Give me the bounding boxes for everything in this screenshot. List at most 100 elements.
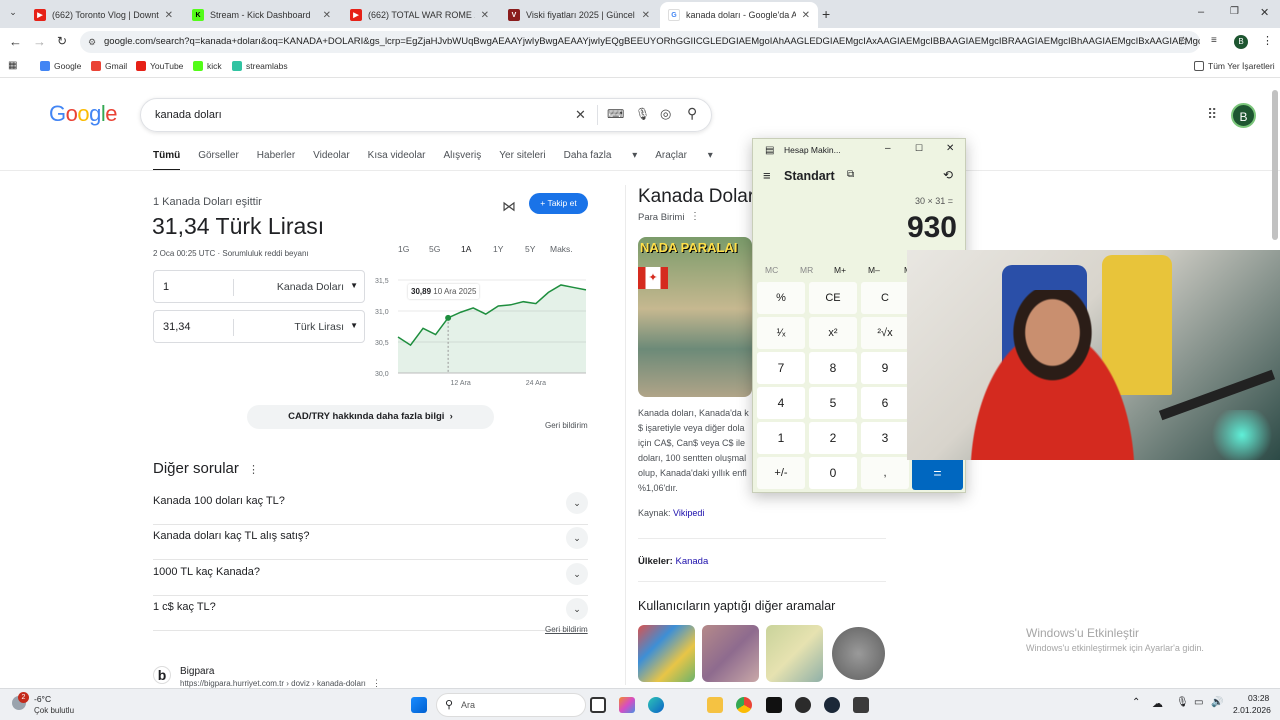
calc-key-4[interactable]: 4	[757, 387, 805, 419]
calc-key-5[interactable]: 5	[809, 387, 857, 419]
restore-window-icon[interactable]: ❐	[1230, 6, 1239, 17]
close-tab-icon[interactable]: ✕	[481, 10, 489, 21]
close-tab-icon[interactable]: ✕	[165, 10, 173, 21]
more-options-icon[interactable]: ⋮	[690, 211, 700, 222]
search-icon[interactable]: ⚲	[687, 105, 697, 122]
calc-key-op-1-0[interactable]: ¹⁄ₓ	[757, 317, 805, 349]
apps-grid-icon[interactable]: ⠿	[1207, 106, 1217, 123]
calc-key-2[interactable]: 2	[809, 422, 857, 454]
converter-to-field[interactable]: 31,34 Türk Lirası ▼	[153, 310, 365, 343]
calc-key-7[interactable]: 7	[757, 352, 805, 384]
browser-tab[interactable]: V Viski fiyatları 2025 | Güncel ✕	[500, 2, 658, 28]
calc-key-op-5-0[interactable]: +/-	[757, 457, 805, 489]
feedback-link[interactable]: Geri bildirim	[545, 421, 588, 430]
follow-button[interactable]: + Takip et	[529, 193, 588, 214]
close-window-icon[interactable]: ✕	[1260, 6, 1269, 19]
back-arrow-icon[interactable]: ←	[9, 34, 22, 49]
calc-key-3[interactable]: 3	[861, 422, 909, 454]
bookmark-item[interactable]: YouTube	[136, 61, 183, 71]
tab-places[interactable]: Yer siteleri	[499, 150, 545, 171]
memory-clear-button[interactable]: MC	[765, 265, 778, 275]
range-5d[interactable]: 5G	[429, 244, 440, 254]
forward-arrow-icon[interactable]: →	[33, 34, 46, 49]
taskbar-search[interactable]: ⚲ Ara	[436, 693, 586, 717]
more-options-icon[interactable]: ⋮	[248, 463, 259, 476]
clear-icon[interactable]: ✕	[575, 107, 586, 123]
tray-expand-icon[interactable]: ⌃	[1132, 697, 1140, 708]
lens-icon[interactable]: ◎	[660, 106, 671, 122]
obs-icon[interactable]	[795, 697, 811, 713]
page-scrollbar[interactable]	[1272, 90, 1278, 240]
start-icon[interactable]	[411, 697, 427, 713]
range-1d[interactable]: 1G	[398, 244, 409, 254]
country-link[interactable]: Kanada	[676, 556, 709, 567]
calc-key-6[interactable]: 6	[861, 387, 909, 419]
memory-add-button[interactable]: M+	[834, 265, 846, 275]
memory-subtract-button[interactable]: M–	[868, 265, 880, 275]
minimize-window-icon[interactable]: –	[1198, 6, 1204, 18]
tab-images[interactable]: Görseller	[198, 150, 239, 171]
bookmark-item[interactable]: streamlabs	[232, 61, 288, 71]
search-input[interactable]: kanada doları	[155, 109, 222, 121]
clock-date[interactable]: 2.01.2026	[1233, 705, 1271, 715]
tab-news[interactable]: Haberler	[257, 150, 295, 171]
range-1y[interactable]: 1Y	[493, 244, 503, 254]
result-site-name[interactable]: Bigpara	[180, 666, 214, 677]
result-url[interactable]: https://bigpara.hurriyet.com.tr › doviz …	[180, 679, 366, 688]
search-box[interactable]: kanada doları ✕ ⌨ 🎙 ◎ ⚲	[140, 98, 712, 132]
calc-key-op-1-2[interactable]: ²√x	[861, 317, 909, 349]
calc-key-op-0-0[interactable]: %	[757, 282, 805, 314]
google-logo[interactable]: Google	[49, 101, 118, 127]
knowledge-image[interactable]: NADA PARALAI ✦	[638, 237, 752, 397]
edge-icon[interactable]	[648, 697, 664, 713]
chrome-icon[interactable]	[736, 697, 752, 713]
new-tab-button[interactable]: +	[822, 6, 830, 22]
close-tab-icon[interactable]: ✕	[323, 10, 331, 21]
memory-recall-button[interactable]: MR	[800, 265, 813, 275]
related-search-thumbnail[interactable]	[702, 625, 759, 682]
question-item[interactable]: Kanada doları kaç TL alış satış? ⌄	[153, 524, 588, 560]
tab-all[interactable]: Tümü	[153, 150, 181, 171]
currency-from-select[interactable]: Kanada Doları	[277, 281, 344, 293]
source-link[interactable]: Vikipedi	[673, 508, 704, 518]
calc-key-op-0-1[interactable]: CE	[809, 282, 857, 314]
calc-key-8[interactable]: 8	[809, 352, 857, 384]
bookmark-star-icon[interactable]: ☆	[1178, 34, 1189, 48]
currency-to-select[interactable]: Türk Lirası	[294, 321, 344, 333]
exchange-rate-chart[interactable]: 31,5 31,0 30,5 30,0 12 Ara 24 Ara	[370, 270, 590, 390]
site-info-icon[interactable]: ⚙	[88, 31, 96, 53]
copilot-icon[interactable]	[619, 697, 635, 713]
close-tab-icon[interactable]: ✕	[642, 10, 650, 21]
calc-key-9[interactable]: 9	[861, 352, 909, 384]
reading-list-icon[interactable]: ≡	[1211, 35, 1217, 46]
tab-shopping[interactable]: Alışveriş	[443, 150, 481, 171]
mic-icon[interactable]: 🎙	[1176, 697, 1189, 708]
calc-key-1[interactable]: 1	[757, 422, 805, 454]
maximize-icon[interactable]: ☐	[915, 143, 923, 154]
browser-tab[interactable]: K Stream - Kick Dashboard ✕	[184, 2, 339, 28]
task-view-icon[interactable]	[590, 697, 606, 713]
browser-tab[interactable]: ▶ (662) Toronto Vlog | Downtown ✕	[26, 2, 181, 28]
close-tab-icon[interactable]: ✕	[802, 10, 810, 21]
microphone-icon[interactable]: 🎙	[635, 107, 650, 121]
browser-tab[interactable]: ▶ (662) TOTAL WAR ROME 2 I AY ✕	[342, 2, 497, 28]
bookmark-item[interactable]: Google	[40, 61, 81, 71]
related-search-thumbnail[interactable]	[766, 625, 823, 682]
file-explorer-icon[interactable]	[707, 697, 723, 713]
tab-tools[interactable]: Araçlar ▾	[655, 150, 713, 171]
calc-key-op-5-2[interactable]: ,	[861, 457, 909, 489]
question-item[interactable]: Kanada 100 doları kaç TL? ⌄	[153, 489, 588, 525]
share-icon[interactable]: ⋈	[502, 198, 516, 215]
range-1m[interactable]: 1A	[461, 244, 471, 254]
browser-tab-active[interactable]: G kanada doları - Google'da Ara ✕	[660, 2, 818, 28]
clock-time[interactable]: 03:28	[1248, 693, 1269, 703]
amount-from-input[interactable]: 1	[163, 281, 169, 293]
calc-key-op-1-1[interactable]: x²	[809, 317, 857, 349]
range-max[interactable]: Maks.	[550, 244, 573, 254]
question-item[interactable]: 1000 TL kaç Kanada? ⌄	[153, 560, 588, 596]
onedrive-icon[interactable]: ☁	[1152, 697, 1163, 710]
browser-menu-icon[interactable]: ⋮	[1262, 34, 1273, 47]
related-search-thumbnail[interactable]	[830, 625, 887, 682]
related-search-thumbnail[interactable]	[638, 625, 695, 682]
history-icon[interactable]: ⟲	[943, 168, 953, 182]
